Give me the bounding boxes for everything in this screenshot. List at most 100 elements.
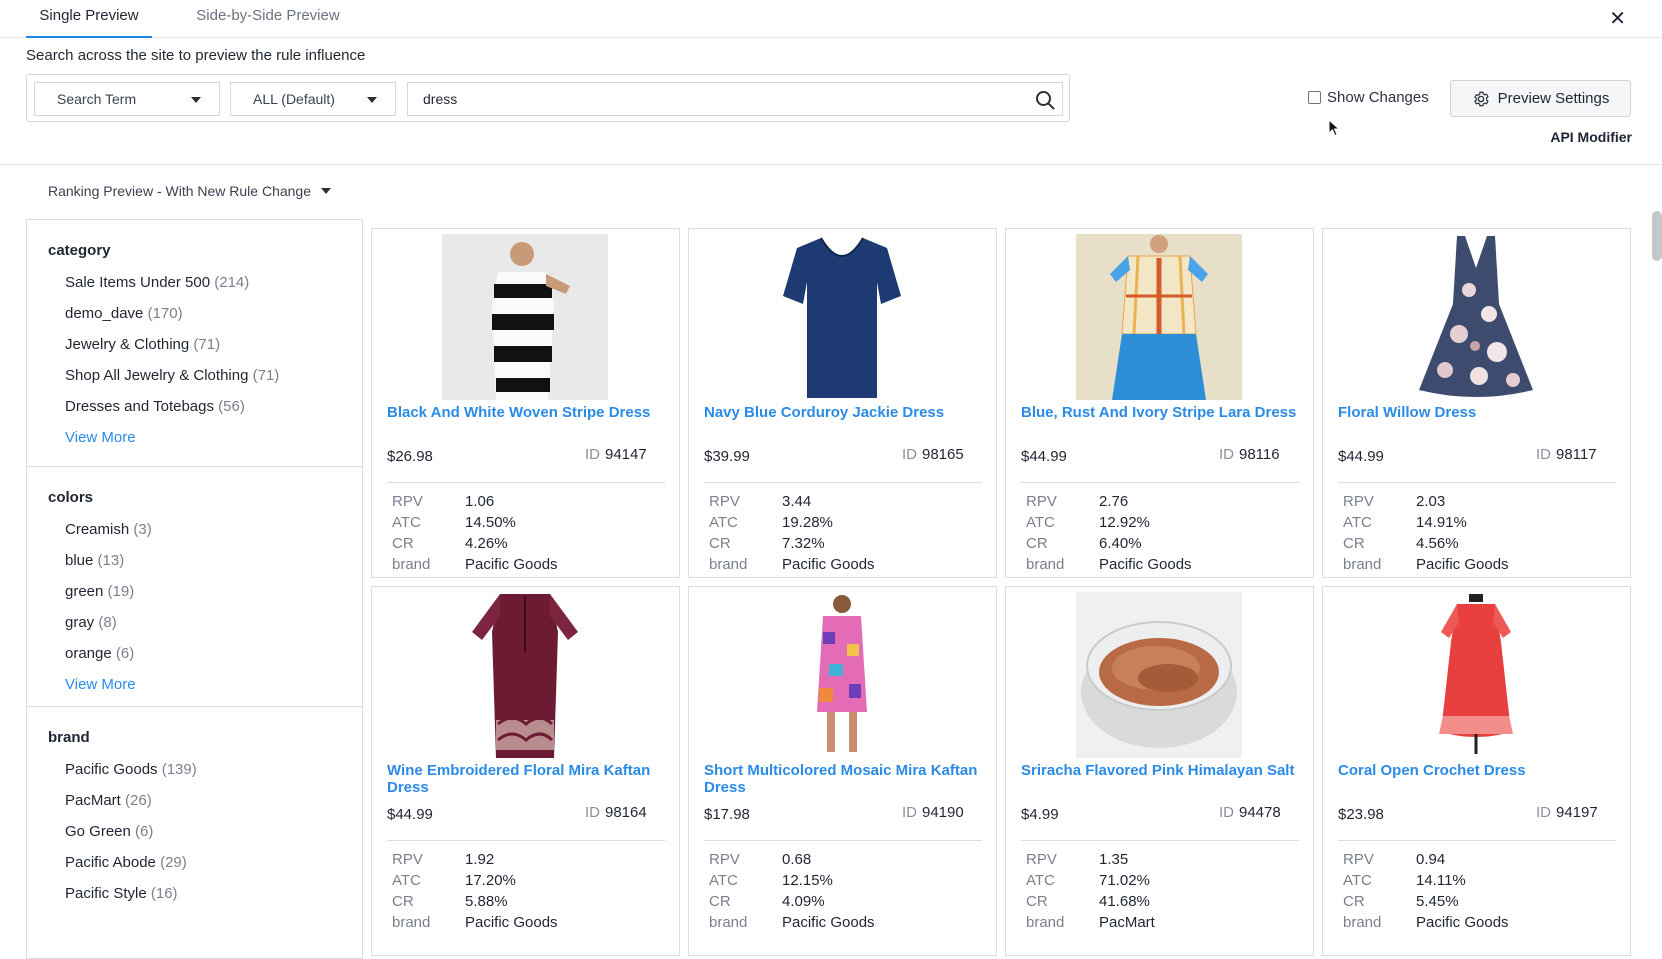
metric-rpv: 1.06 [465, 493, 495, 510]
product-card[interactable]: Blue, Rust And Ivory Stripe Lara Dress $… [1005, 228, 1314, 578]
facet-item[interactable]: Pacific Goods (139) [48, 754, 362, 785]
facet-item-label: Pacific Abode [65, 854, 156, 871]
product-name-link[interactable]: Wine Embroidered Floral Mira Kaftan Dres… [387, 762, 667, 796]
product-id-label: ID [585, 804, 600, 821]
metric-label: CR [1343, 893, 1365, 910]
preview-settings-button[interactable]: Preview Settings [1450, 80, 1631, 117]
product-card[interactable]: Coral Open Crochet Dress $23.98 ID 94197… [1322, 586, 1631, 956]
product-id: 94197 [1556, 804, 1598, 821]
metric-brand: Pacific Goods [1416, 556, 1509, 573]
tab-single-preview[interactable]: Single Preview [26, 0, 152, 38]
metric-label: CR [1026, 535, 1048, 552]
facet-item-label: Creamish [65, 521, 130, 538]
metric-brand: Pacific Goods [1099, 556, 1192, 573]
product-card[interactable]: Navy Blue Corduroy Jackie Dress $39.99 I… [688, 228, 997, 578]
product-id-label: ID [1219, 804, 1234, 821]
product-card[interactable]: Wine Embroidered Floral Mira Kaftan Dres… [371, 586, 680, 956]
metric-label: brand [1343, 556, 1382, 573]
divider [1021, 482, 1299, 483]
divider [704, 482, 982, 483]
product-card[interactable]: Sriracha Flavored Pink Himalayan Salt $4… [1005, 586, 1314, 956]
product-name-link[interactable]: Navy Blue Corduroy Jackie Dress [704, 404, 984, 421]
divider [387, 482, 665, 483]
metric-label: ATC [1026, 872, 1055, 889]
facet-item[interactable]: Jewelry & Clothing (71) [48, 329, 362, 360]
striped-dress-image [442, 234, 608, 400]
metric-atc: 17.20% [465, 872, 516, 889]
product-card[interactable]: Black And White Woven Stripe Dress $26.9… [371, 228, 680, 578]
metric-label: brand [392, 914, 431, 931]
scrollbar-thumb[interactable] [1652, 211, 1662, 261]
api-modifier-link[interactable]: API Modifier [1550, 129, 1632, 145]
facet-item[interactable]: orange (6) [48, 638, 362, 669]
view-more-link[interactable]: View More [48, 669, 362, 700]
metric-cr: 5.88% [465, 893, 508, 910]
facet-item[interactable]: blue (13) [48, 545, 362, 576]
product-name-link[interactable]: Coral Open Crochet Dress [1338, 762, 1618, 779]
search-scope-select[interactable]: ALL (Default) [230, 82, 396, 116]
facet-item[interactable]: PacMart (26) [48, 785, 362, 816]
metric-label: ATC [392, 872, 421, 889]
product-card[interactable]: Short Multicolored Mosaic Mira Kaftan Dr… [688, 586, 997, 956]
facet-group-category: category Sale Items Under 500 (214) demo… [27, 220, 362, 467]
metric-cr: 4.56% [1416, 535, 1459, 552]
metric-rpv: 0.68 [782, 851, 812, 868]
product-id-label: ID [1536, 446, 1551, 463]
metric-atc: 19.28% [782, 514, 833, 531]
show-changes-checkbox[interactable] [1308, 91, 1321, 104]
facet-item[interactable]: Go Green (6) [48, 816, 362, 847]
facet-item-count: (6) [135, 823, 154, 840]
search-bar: Search Term ALL (Default) [26, 74, 1070, 122]
product-price: $23.98 [1338, 806, 1384, 823]
metric-label: CR [1343, 535, 1365, 552]
facet-item-count: (8) [98, 614, 117, 631]
metric-rpv: 1.35 [1099, 851, 1129, 868]
product-name-link[interactable]: Floral Willow Dress [1338, 404, 1618, 421]
ranking-preview-select[interactable]: Ranking Preview - With New Rule Change [48, 183, 331, 199]
facet-item[interactable]: gray (8) [48, 607, 362, 638]
metric-brand: Pacific Goods [1416, 914, 1509, 931]
facet-item[interactable]: Shop All Jewelry & Clothing (71) [48, 360, 362, 391]
search-input[interactable] [407, 82, 1063, 116]
metric-cr: 5.45% [1416, 893, 1459, 910]
product-id: 94190 [922, 804, 964, 821]
product-name-link[interactable]: Sriracha Flavored Pink Himalayan Salt [1021, 762, 1301, 779]
product-name-link[interactable]: Short Multicolored Mosaic Mira Kaftan Dr… [704, 762, 984, 796]
search-type-select[interactable]: Search Term [34, 82, 220, 116]
facet-item-label: demo_dave [65, 305, 144, 322]
facet-item[interactable]: green (19) [48, 576, 362, 607]
search-icon[interactable] [1035, 90, 1055, 110]
product-metrics: RPV 1.92 ATC 17.20% CR 5.88% brand Pacific G… [392, 849, 558, 933]
product-price: $4.99 [1021, 806, 1059, 823]
facet-item[interactable]: Sale Items Under 500 (214) [48, 267, 362, 298]
metric-rpv: 3.44 [782, 493, 812, 510]
metric-atc: 14.11% [1416, 872, 1466, 889]
mosaic-kaftan-image [759, 592, 925, 758]
facet-item-count: (71) [252, 367, 280, 384]
facet-item[interactable]: demo_dave (170) [48, 298, 362, 329]
product-metrics: RPV 0.94 ATC 14.11% CR 5.45% brand Pacific G… [1343, 849, 1509, 933]
metric-label: brand [1343, 914, 1382, 931]
product-id: 98117 [1556, 446, 1597, 463]
metric-atc: 14.91% [1416, 514, 1467, 531]
tab-side-by-side-preview[interactable]: Side-by-Side Preview [176, 0, 360, 38]
product-card[interactable]: Floral Willow Dress $44.99 ID 98117 RPV 2… [1322, 228, 1631, 578]
product-price: $39.99 [704, 448, 750, 465]
metric-label: CR [392, 893, 414, 910]
facet-item[interactable]: Pacific Abode (29) [48, 847, 362, 878]
lara-dress-image [1076, 234, 1242, 400]
facet-item[interactable]: Dresses and Totebags (56) [48, 391, 362, 422]
view-more-link[interactable]: View More [48, 422, 362, 453]
facet-item-count: (71) [193, 336, 221, 353]
show-changes-toggle[interactable]: Show Changes [1308, 89, 1429, 106]
facet-title: brand [48, 729, 90, 746]
coral-dress-image [1393, 592, 1559, 758]
product-name-link[interactable]: Black And White Woven Stripe Dress [387, 404, 667, 421]
product-id-label: ID [585, 446, 600, 463]
close-icon[interactable]: ✕ [1609, 6, 1626, 31]
facet-item[interactable]: Creamish (3) [48, 514, 362, 545]
product-id: 94147 [605, 446, 647, 463]
product-name-link[interactable]: Blue, Rust And Ivory Stripe Lara Dress [1021, 404, 1301, 421]
facet-item[interactable]: Pacific Style (16) [48, 878, 362, 909]
metric-label: ATC [392, 514, 421, 531]
